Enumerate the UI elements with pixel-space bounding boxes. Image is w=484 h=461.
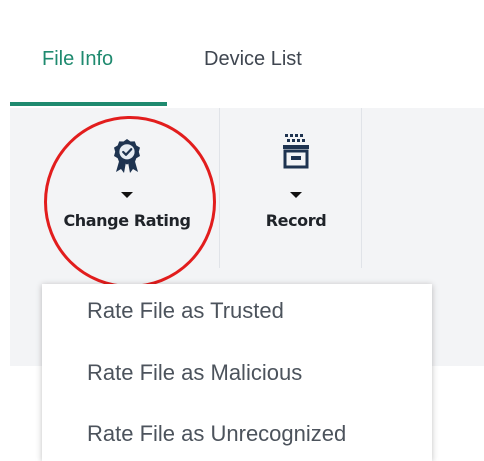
record-button[interactable]: Record [222,108,370,268]
change-rating-button[interactable]: Change Rating [46,108,208,268]
toolbar-divider [361,108,362,268]
menu-item-rate-malicious[interactable]: Rate File as Malicious [87,360,302,386]
menu-item-rate-trusted[interactable]: Rate File as Trusted [87,298,284,324]
file-details-panel: File Info Device List Change Rating Reco… [10,0,484,461]
rating-dropdown-menu: Rate File as Trusted Rate File as Malici… [42,284,432,461]
chevron-down-icon [290,192,302,198]
tab-device-list[interactable]: Device List [204,48,302,71]
active-tab-indicator [10,102,167,106]
tab-file-info[interactable]: File Info [42,48,113,71]
toolbar-divider [219,108,220,268]
change-rating-label: Change Rating [63,211,191,230]
menu-item-rate-unrecognized[interactable]: Rate File as Unrecognized [87,421,346,447]
award-badge-icon [111,138,143,179]
archive-box-icon [282,132,310,175]
tab-bar: File Info Device List [10,0,484,109]
record-label: Record [265,211,327,230]
chevron-down-icon [121,192,133,198]
